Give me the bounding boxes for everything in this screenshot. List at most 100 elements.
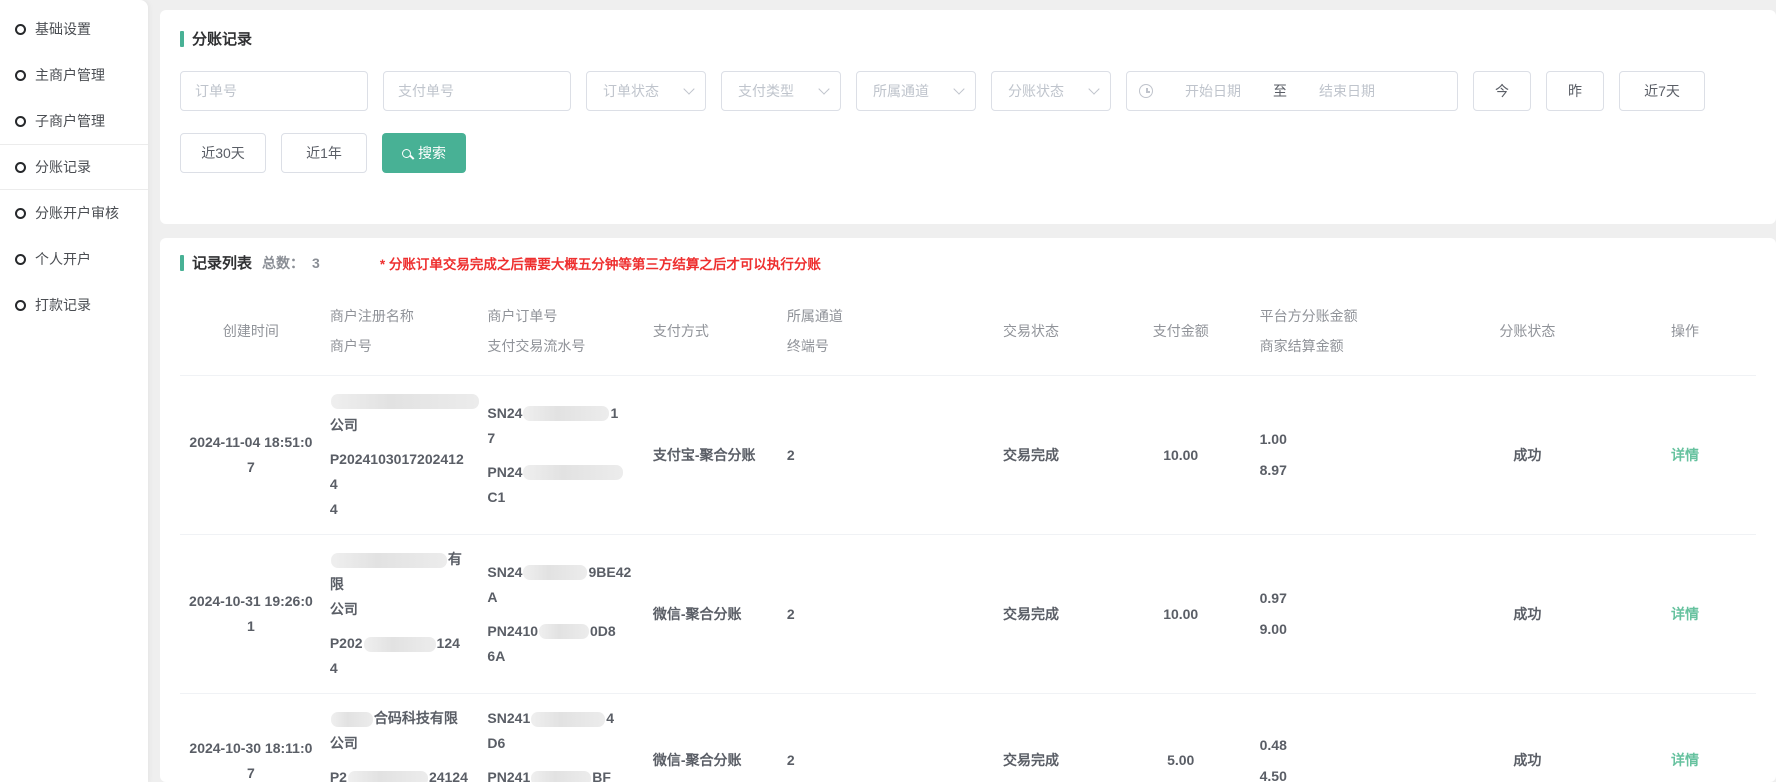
sidebar-item-split-records[interactable]: 分账记录 — [0, 144, 148, 190]
filter-row-1: 订单状态 支付类型 所属通道 分账状态 至 — [180, 71, 1756, 111]
search-button[interactable]: 搜索 — [382, 133, 466, 173]
app-root: 基础设置 主商户管理 子商户管理 分账记录 分账开户审核 个人开户 打款记录 — [0, 0, 1776, 782]
cell-text: 成功 — [1513, 606, 1541, 622]
table-cell: 交易完成 — [952, 535, 1110, 694]
channel-select[interactable]: 所属通道 — [856, 71, 976, 111]
column-header: 操作 — [1614, 287, 1756, 376]
table-cell: 2024-10-30 18:11:07 — [180, 694, 322, 782]
cell-text: 4 — [606, 710, 614, 726]
redacted-text — [331, 394, 479, 409]
cell-text: 4 — [330, 660, 338, 676]
sidebar-item-payment-records[interactable]: 打款记录 — [0, 282, 148, 328]
cell-text: SN24 — [487, 405, 522, 421]
sidebar-item-split-account-review[interactable]: 分账开户审核 — [0, 190, 148, 236]
clock-icon — [1139, 84, 1153, 98]
cell-text: 公司 — [330, 735, 358, 751]
table-cell: 公司 P20241030172024124 4 — [322, 376, 480, 535]
cell-text: 交易完成 — [1003, 752, 1059, 768]
end-date-input[interactable] — [1293, 83, 1401, 99]
column-header: 商户注册名称商户号 — [322, 287, 480, 376]
cell-text: 6A — [487, 648, 505, 664]
sidebar-item-label: 打款记录 — [35, 295, 91, 315]
payment-type-select[interactable]: 支付类型 — [721, 71, 841, 111]
table-row: 2024-10-31 19:26:01有限公司P2021244SN249BE42… — [180, 535, 1756, 694]
cell-text: 5.00 — [1167, 752, 1194, 768]
sidebar-item-personal-account[interactable]: 个人开户 — [0, 236, 148, 282]
circle-icon — [15, 254, 26, 265]
table-body: 2024-11-04 18:51:07 公司 P20241030172024124 4… — [180, 376, 1756, 782]
cell-text: 124 — [437, 635, 460, 651]
search-icon — [402, 149, 411, 158]
redacted-text — [523, 465, 623, 480]
cell-text: 公司 — [330, 417, 358, 433]
order-status-select[interactable]: 订单状态 — [586, 71, 706, 111]
sidebar-item-sub-merchant[interactable]: 子商户管理 — [0, 98, 148, 144]
chevron-down-icon — [818, 83, 829, 94]
cell-text: 8.97 — [1260, 462, 1287, 478]
title-accent-bar — [180, 31, 184, 47]
total-label: 总数： — [262, 253, 304, 273]
table-cell: 成功 — [1441, 376, 1614, 535]
table-cell: 合码科技有限公司P2241244 — [322, 694, 480, 782]
redacted-text — [348, 771, 428, 782]
cell-text: P2 — [330, 769, 347, 782]
table-cell: 有限公司P2021244 — [322, 535, 480, 694]
last-30-days-button[interactable]: 近30天 — [180, 133, 266, 173]
cell-text: 2024-11-04 18:51:07 — [189, 434, 312, 475]
table-cell: 详情 — [1614, 694, 1756, 782]
table-row: 2024-11-04 18:51:07 公司 P20241030172024124 4… — [180, 376, 1756, 535]
detail-link[interactable]: 详情 — [1671, 447, 1699, 463]
cell-text: 2024-10-30 18:11:07 — [189, 740, 312, 781]
redacted-text — [331, 712, 373, 727]
redacted-text — [531, 712, 605, 727]
column-header: 分账状态 — [1441, 287, 1614, 376]
circle-icon — [15, 208, 26, 219]
cell-text: 公司 — [330, 601, 358, 617]
chevron-down-icon — [683, 83, 694, 94]
table-cell: 交易完成 — [952, 376, 1110, 535]
cell-text: C1 — [487, 489, 505, 505]
payment-no-input[interactable] — [383, 71, 571, 111]
cell-text: P20241030172024124 — [330, 451, 464, 492]
detail-link[interactable]: 详情 — [1671, 606, 1699, 622]
cell-text: 10.00 — [1163, 447, 1198, 463]
cell-text: 微信-聚合分账 — [653, 752, 742, 768]
yesterday-button[interactable]: 昨 — [1546, 71, 1604, 111]
select-placeholder: 支付类型 — [738, 81, 794, 101]
cell-text: 9BE42 — [588, 564, 631, 580]
sidebar-item-basic-settings[interactable]: 基础设置 — [0, 6, 148, 52]
table-cell: 2 — [779, 694, 952, 782]
last-7-days-button[interactable]: 近7天 — [1619, 71, 1705, 111]
table-cell: 微信-聚合分账 — [645, 535, 779, 694]
cell-text: 24124 — [429, 769, 468, 782]
sidebar-item-label: 基础设置 — [35, 19, 91, 39]
today-button[interactable]: 今 — [1473, 71, 1531, 111]
cell-text: BF — [592, 769, 611, 782]
cell-text: 支付宝-聚合分账 — [653, 447, 756, 463]
order-no-input[interactable] — [180, 71, 368, 111]
cell-text: 9.00 — [1260, 621, 1287, 637]
cell-text: 4 — [330, 501, 338, 517]
date-range-picker[interactable]: 至 — [1126, 71, 1458, 111]
redacted-text — [364, 637, 436, 652]
cell-text: 0D8 — [590, 623, 616, 639]
sidebar-item-label: 分账开户审核 — [35, 203, 119, 223]
records-table: 创建时间商户注册名称商户号商户订单号支付交易流水号支付方式所属通道终端号交易状态… — [180, 287, 1756, 782]
split-status-select[interactable]: 分账状态 — [991, 71, 1111, 111]
record-list-panel: 记录列表 总数： 3 * 分账订单交易完成之后需要大概五分钟等第三方结算之后才可… — [160, 238, 1776, 782]
sidebar-item-main-merchant[interactable]: 主商户管理 — [0, 52, 148, 98]
cell-text: 成功 — [1513, 447, 1541, 463]
cell-text: D6 — [487, 735, 505, 751]
start-date-input[interactable] — [1159, 83, 1267, 99]
column-header: 支付方式 — [645, 287, 779, 376]
column-header: 支付金额 — [1110, 287, 1252, 376]
table-cell: SN2414D6PN241BF01 — [479, 694, 644, 782]
table-cell: 2024-10-31 19:26:01 — [180, 535, 322, 694]
redacted-text — [523, 406, 609, 421]
detail-link[interactable]: 详情 — [1671, 752, 1699, 768]
last-1-year-button[interactable]: 近1年 — [281, 133, 367, 173]
table-cell: 成功 — [1441, 535, 1614, 694]
column-header: 创建时间 — [180, 287, 322, 376]
filter-row-2: 近30天 近1年 搜索 — [180, 133, 1756, 173]
circle-icon — [15, 162, 26, 173]
